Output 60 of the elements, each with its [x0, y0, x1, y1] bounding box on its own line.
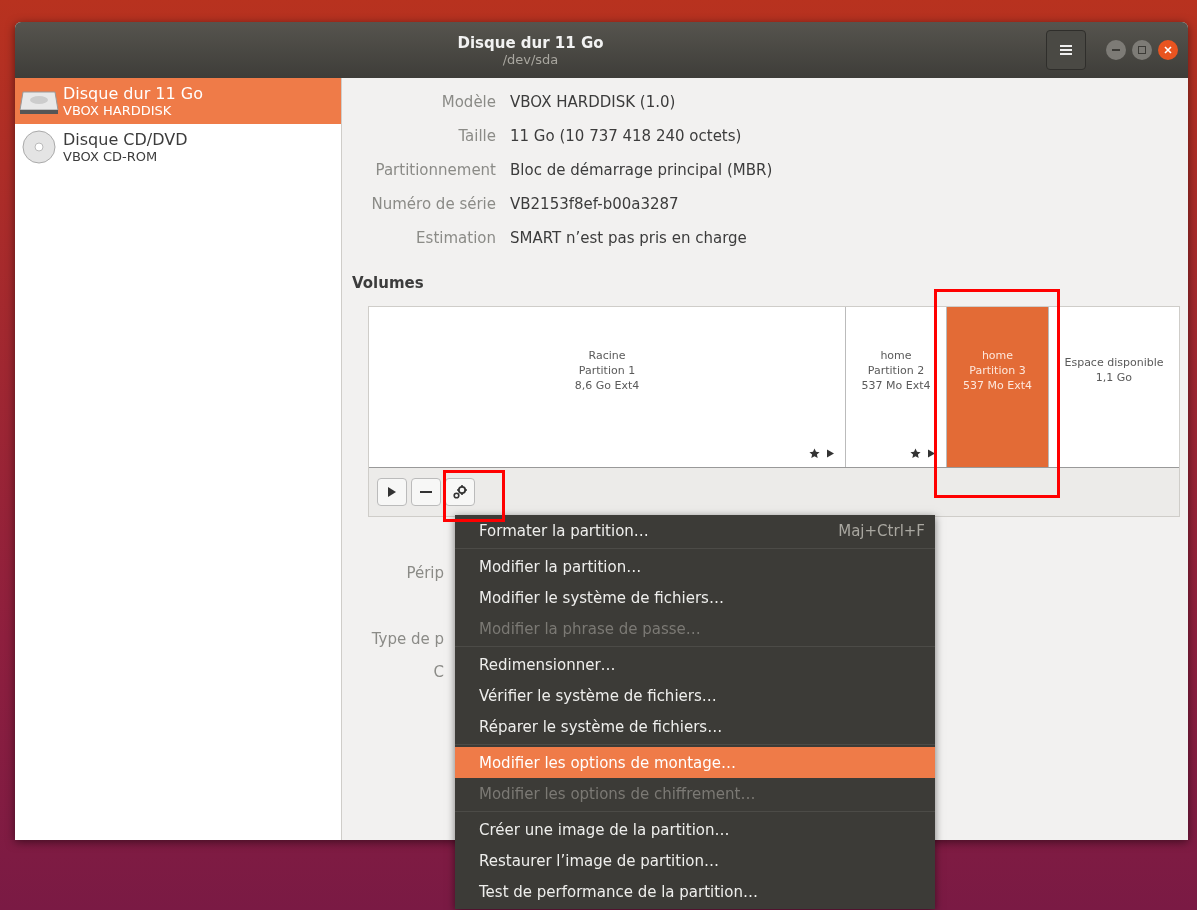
shortcut-label: Maj+Ctrl+F — [838, 521, 925, 540]
partition-label: 537 Mo Ext4 — [963, 377, 1032, 393]
field-value: VB2153f8ef-b00a3287 — [510, 194, 680, 215]
remove-button[interactable] — [411, 478, 441, 506]
menu-item[interactable]: Vérifier le système de fichiers… — [455, 680, 935, 711]
field-label: Taille — [457, 126, 496, 147]
window-title: Disque dur 11 Go — [457, 33, 604, 52]
partition-label: home — [880, 347, 912, 363]
field-label: Partitionnement — [374, 160, 496, 181]
drive-model: VBOX CD-ROM — [63, 149, 159, 164]
window-subtitle: /dev/sda — [502, 51, 559, 67]
field-label: C — [432, 662, 444, 683]
field-value: 11 Go (10 737 418 240 octets) — [510, 126, 743, 147]
minimize-button[interactable] — [1106, 40, 1126, 60]
field-value: Bloc de démarrage principal (MBR) — [510, 160, 773, 181]
menu-item[interactable]: Modifier la partition… — [455, 551, 935, 582]
maximize-icon — [1138, 46, 1146, 54]
drive-item[interactable]: Disque CD/DVD VBOX CD-ROM — [15, 124, 341, 170]
menu-button[interactable] — [1046, 30, 1086, 70]
play-button[interactable] — [377, 478, 407, 506]
partition-label: 8,6 Go Ext4 — [574, 377, 640, 393]
partition-label: home — [981, 347, 1014, 363]
drive-model: VBOX HARDDISK — [63, 103, 173, 118]
field-label: Estimation — [415, 228, 496, 249]
menu-item[interactable]: Modifier le système de fichiers… — [455, 582, 935, 613]
partition-label: Partition 2 — [867, 362, 925, 378]
field-value: VBOX HARDDISK (1.0) — [510, 92, 677, 113]
section-heading: Volumes — [352, 274, 425, 292]
play-icon — [387, 486, 397, 498]
menu-item[interactable]: Redimensionner… — [455, 649, 935, 680]
partition-block[interactable]: Espace disponible 1,1 Go — [1049, 307, 1179, 467]
drive-name: Disque dur 11 Go — [63, 84, 203, 103]
menu-item[interactable]: Créer une image de la partition… — [455, 814, 935, 845]
menu-icon — [1060, 44, 1072, 56]
highlight-frame — [443, 470, 505, 522]
disc-icon — [19, 129, 59, 165]
menu-item[interactable]: Restaurer l’image de partition… — [455, 845, 935, 876]
partition-label: Partition 1 — [578, 362, 636, 378]
menu-item[interactable]: Réparer le système de fichiers… — [455, 711, 935, 742]
drive-name: Disque CD/DVD — [63, 130, 188, 149]
field-label: Périp — [405, 563, 444, 584]
partition-label: Partition 3 — [969, 362, 1026, 378]
field-label: Type de p — [370, 629, 444, 650]
menu-item[interactable]: Formater la partition… Maj+Ctrl+F — [455, 515, 935, 546]
partition-label: 1,1 Go — [1095, 370, 1133, 385]
field-value: SMART n’est pas pris en charge — [510, 228, 748, 249]
partition-block[interactable]: Racine Partition 1 8,6 Go Ext4 — [369, 307, 846, 467]
partition-label: Racine — [588, 347, 626, 363]
field-label: Modèle — [440, 92, 496, 113]
menu-item[interactable]: Test de performance de la partition… — [455, 876, 935, 907]
partition-label: Espace disponible — [1064, 355, 1164, 370]
close-button[interactable] — [1158, 40, 1178, 60]
minimize-icon — [1112, 49, 1120, 51]
partition-label: 537 Mo Ext4 — [861, 377, 931, 393]
minus-icon — [420, 491, 432, 493]
settings-button[interactable] — [445, 478, 475, 506]
gears-icon — [452, 484, 468, 500]
maximize-button[interactable] — [1132, 40, 1152, 60]
field-label: Numéro de série — [370, 194, 496, 215]
close-icon — [1164, 46, 1172, 54]
